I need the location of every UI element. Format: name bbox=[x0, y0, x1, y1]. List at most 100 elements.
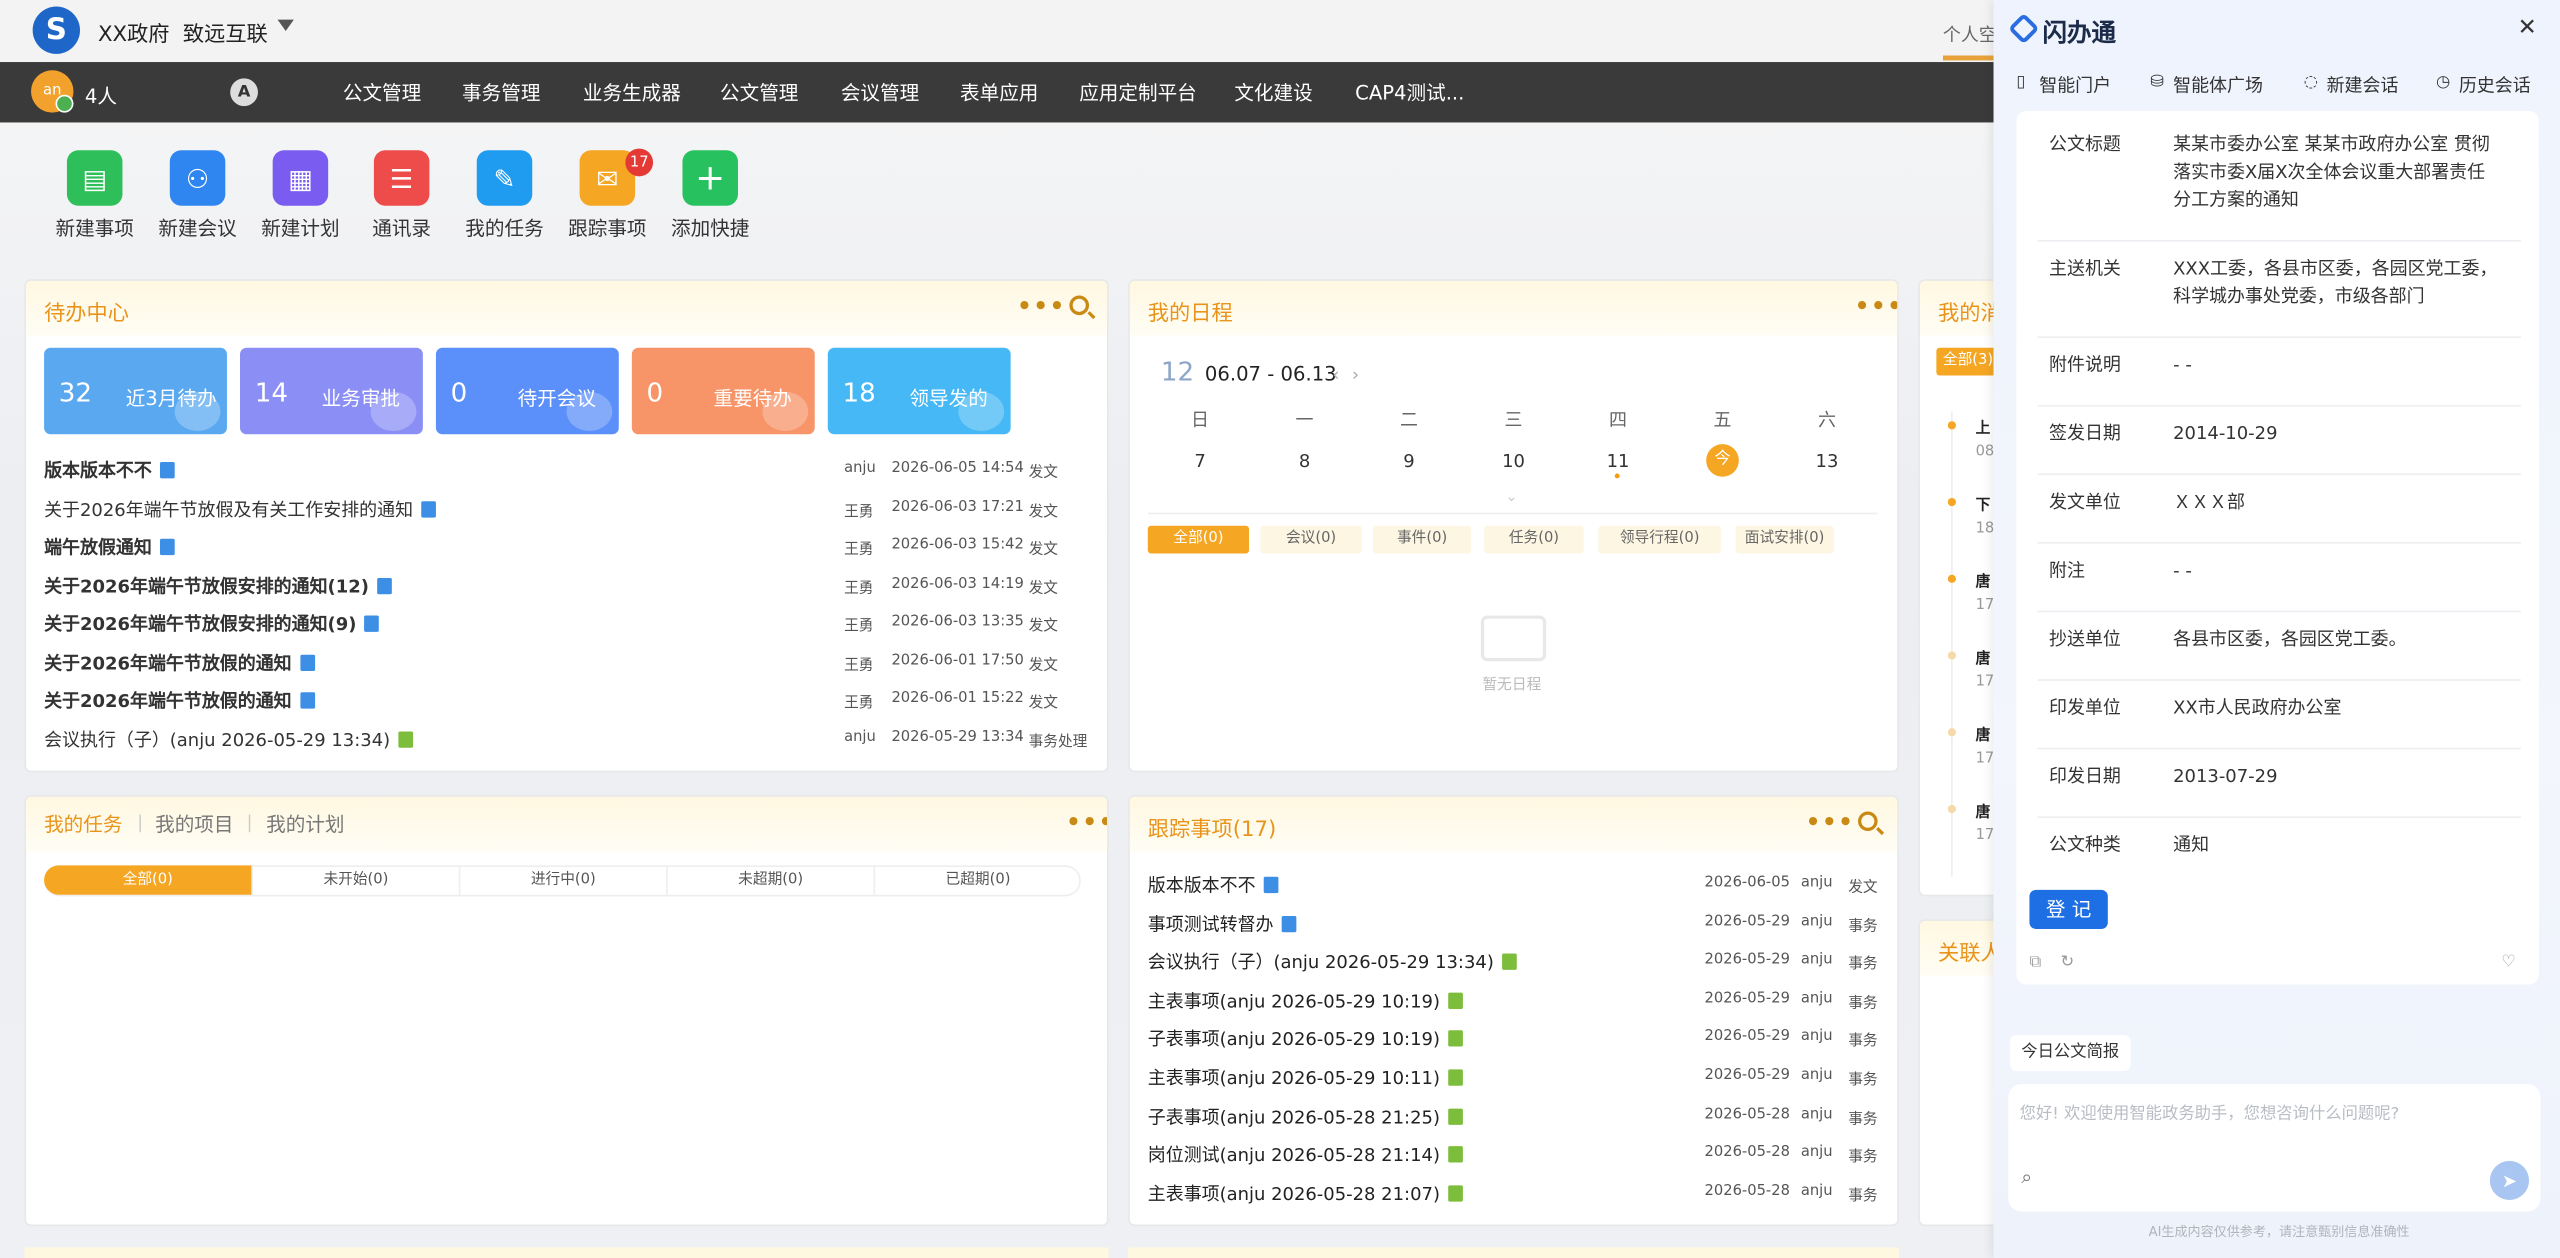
nav-item[interactable]: 会议管理 bbox=[841, 78, 919, 106]
todo-item-title[interactable]: 关于2026年端午节放假及有关工作安排的通知 bbox=[44, 496, 436, 522]
todo-item-title[interactable]: 关于2026年端午节放假的通知 bbox=[44, 687, 315, 713]
doc-type-icon bbox=[398, 730, 413, 747]
track-item-title[interactable]: 子表事项(anju 2026-05-29 10:19) bbox=[1148, 1026, 1463, 1052]
close-icon[interactable]: ✕ bbox=[2518, 15, 2537, 41]
message-title[interactable]: 唐 bbox=[1976, 570, 1991, 591]
send-icon[interactable]: ➤ bbox=[2489, 1160, 2530, 1201]
track-count-badge: 17 bbox=[625, 148, 654, 177]
doc-icon: ▯ bbox=[2016, 73, 2026, 92]
toolbar-history[interactable]: 历史会话 bbox=[2459, 72, 2531, 98]
tab-my-plans[interactable]: 我的计划 bbox=[266, 810, 344, 838]
search-icon[interactable] bbox=[1069, 295, 1090, 316]
nav-item[interactable]: 文化建设 bbox=[1234, 78, 1312, 106]
quick-new-item[interactable]: ▤ 新建事项 bbox=[54, 150, 136, 241]
tab-my-tasks[interactable]: 我的任务 bbox=[44, 810, 122, 838]
track-item-title[interactable]: 版本版本不不 bbox=[1148, 872, 1279, 898]
calendar-day[interactable]: 7 bbox=[1184, 451, 1217, 472]
more-icon[interactable]: ••• bbox=[1017, 294, 1066, 320]
nav-item[interactable]: 事务管理 bbox=[462, 78, 540, 106]
todo-item-title[interactable]: 会议执行（子）(anju 2026-05-29 13:34) bbox=[44, 726, 413, 752]
calendar-day[interactable]: 10 bbox=[1497, 451, 1530, 472]
register-button[interactable]: 登 记 bbox=[2029, 889, 2108, 930]
track-item-title[interactable]: 主表事项(anju 2026-05-29 10:19) bbox=[1148, 987, 1463, 1013]
prev-week-icon[interactable]: ‹ bbox=[1332, 364, 1339, 385]
next-week-icon[interactable]: › bbox=[1352, 364, 1359, 385]
schedule-filter-chip[interactable]: 面试安排(0) bbox=[1735, 525, 1834, 554]
track-item-title[interactable]: 岗位测试(anju 2026-05-28 21:14) bbox=[1148, 1142, 1463, 1168]
task-filter-tab[interactable]: 全部(0) bbox=[44, 865, 252, 895]
message-title[interactable]: 唐 bbox=[1976, 723, 1991, 744]
quick-new-plan[interactable]: ▦ 新建计划 bbox=[260, 150, 342, 241]
nav-item[interactable]: CAP4测试... bbox=[1355, 78, 1464, 106]
tab-my-projects[interactable]: 我的项目 bbox=[155, 810, 233, 838]
toolbar-agents[interactable]: 智能体广场 bbox=[2173, 72, 2263, 98]
quick-my-task[interactable]: ✎ 我的任务 bbox=[464, 150, 546, 241]
refresh-icon[interactable]: ↻ bbox=[2060, 953, 2074, 971]
message-title[interactable]: 下 bbox=[1976, 493, 1991, 514]
track-item-title[interactable]: 主表事项(anju 2026-05-29 10:11) bbox=[1148, 1065, 1463, 1091]
platform-logo-icon[interactable]: A bbox=[230, 78, 258, 107]
stat-tile[interactable]: 18 领导发的 bbox=[827, 347, 1011, 435]
daily-brief-button[interactable]: 今日公文简报 bbox=[2009, 1035, 2131, 1072]
unit-switcher[interactable]: 致远互联 bbox=[183, 16, 268, 47]
task-filter-tab[interactable]: 已超期(0) bbox=[873, 865, 1080, 895]
today-marker[interactable]: 今 bbox=[1706, 444, 1739, 477]
track-item-title[interactable]: 主表事项(anju 2026-05-28 21:07) bbox=[1148, 1180, 1463, 1206]
schedule-filter-chip[interactable]: 领导行程(0) bbox=[1598, 525, 1721, 554]
field-value: 通知 bbox=[2173, 834, 2210, 856]
track-item-title[interactable]: 会议执行（子）(anju 2026-05-29 13:34) bbox=[1148, 949, 1517, 975]
doc-type-icon bbox=[1502, 953, 1517, 971]
messages-filter-all[interactable]: 全部(3) bbox=[1936, 347, 2000, 376]
nav-item[interactable]: 表单应用 bbox=[960, 78, 1038, 106]
personal-space-tab[interactable]: 个人空 bbox=[1943, 21, 1997, 47]
search-icon[interactable] bbox=[1858, 811, 1878, 832]
weekday-label: 六 bbox=[1818, 409, 1836, 432]
copy-icon[interactable]: ⧉ bbox=[2029, 953, 2041, 971]
todo-item-title[interactable]: 版本版本不不 bbox=[44, 457, 175, 483]
calendar-day[interactable]: 11 bbox=[1602, 451, 1635, 472]
todo-item-title[interactable]: 关于2026年端午节放假的通知 bbox=[44, 649, 315, 675]
schedule-filter-chip[interactable]: 会议(0) bbox=[1260, 525, 1362, 554]
message-title[interactable]: 唐 bbox=[1976, 800, 1991, 821]
expand-icon[interactable]: ⌄ bbox=[1505, 490, 1517, 506]
todo-item-title[interactable]: 关于2026年端午节放假安排的通知(9) bbox=[44, 611, 380, 637]
stat-tile[interactable]: 0 待开会议 bbox=[435, 347, 619, 435]
message-title[interactable]: 上 bbox=[1976, 416, 1991, 437]
quick-contacts[interactable]: ☰ 通讯录 bbox=[361, 150, 443, 241]
todo-item-title[interactable]: 端午放假通知 bbox=[44, 534, 175, 560]
more-icon[interactable]: ••• bbox=[1066, 810, 1107, 836]
track-item-type: 发文 bbox=[1848, 880, 1878, 897]
todo-item-title[interactable]: 关于2026年端午节放假安排的通知(12) bbox=[44, 572, 392, 598]
calendar-day[interactable]: 13 bbox=[1811, 451, 1844, 472]
schedule-filter-chip[interactable]: 事件(0) bbox=[1373, 525, 1472, 554]
schedule-filter-chip[interactable]: 任务(0) bbox=[1484, 525, 1584, 554]
track-item-title[interactable]: 子表事项(anju 2026-05-28 21:25) bbox=[1148, 1103, 1463, 1129]
thumbs-down-icon[interactable]: ♡ bbox=[2501, 953, 2516, 971]
more-icon[interactable]: ••• bbox=[1806, 810, 1855, 836]
stat-tile[interactable]: 32 近3月待办 bbox=[44, 347, 227, 435]
online-people-count[interactable]: 4人 bbox=[85, 82, 117, 110]
more-icon[interactable]: ••• bbox=[1855, 294, 1897, 320]
quick-add-shortcut[interactable]: + 添加快捷 bbox=[669, 150, 751, 241]
task-filter-tab[interactable]: 进行中(0) bbox=[458, 865, 666, 895]
attach-icon[interactable]: ⌕ bbox=[2021, 1166, 2032, 1190]
chat-input[interactable]: 您好! 欢迎使用智能政务助手，您想咨询什么问题呢? bbox=[2020, 1099, 2400, 1123]
nav-item[interactable]: 公文管理 bbox=[343, 78, 421, 106]
nav-item[interactable]: 应用定制平台 bbox=[1079, 78, 1197, 106]
toolbar-portal[interactable]: 智能门户 bbox=[2039, 72, 2111, 98]
quick-new-meeting[interactable]: ⚇ 新建会议 bbox=[157, 150, 239, 241]
nav-item[interactable]: 公文管理 bbox=[720, 78, 798, 106]
message-title[interactable]: 唐 bbox=[1976, 647, 1991, 667]
nav-item[interactable]: 业务生成器 bbox=[583, 78, 681, 106]
calendar-day[interactable]: 9 bbox=[1393, 451, 1426, 472]
task-filter-tab[interactable]: 未超期(0) bbox=[666, 865, 873, 895]
toolbar-new-chat[interactable]: 新建会话 bbox=[2327, 72, 2399, 98]
schedule-filter-chip[interactable]: 全部(0) bbox=[1147, 525, 1250, 554]
track-item-title[interactable]: 事项测试转督办 bbox=[1148, 910, 1297, 936]
app-logo-icon[interactable]: S bbox=[32, 6, 81, 54]
calendar-day[interactable]: 8 bbox=[1288, 451, 1321, 472]
stat-tile[interactable]: 14 业务审批 bbox=[240, 347, 423, 435]
task-filter-tab[interactable]: 未开始(0) bbox=[251, 865, 458, 895]
caret-down-icon[interactable] bbox=[277, 19, 294, 32]
stat-tile[interactable]: 0 重要待办 bbox=[631, 347, 815, 435]
